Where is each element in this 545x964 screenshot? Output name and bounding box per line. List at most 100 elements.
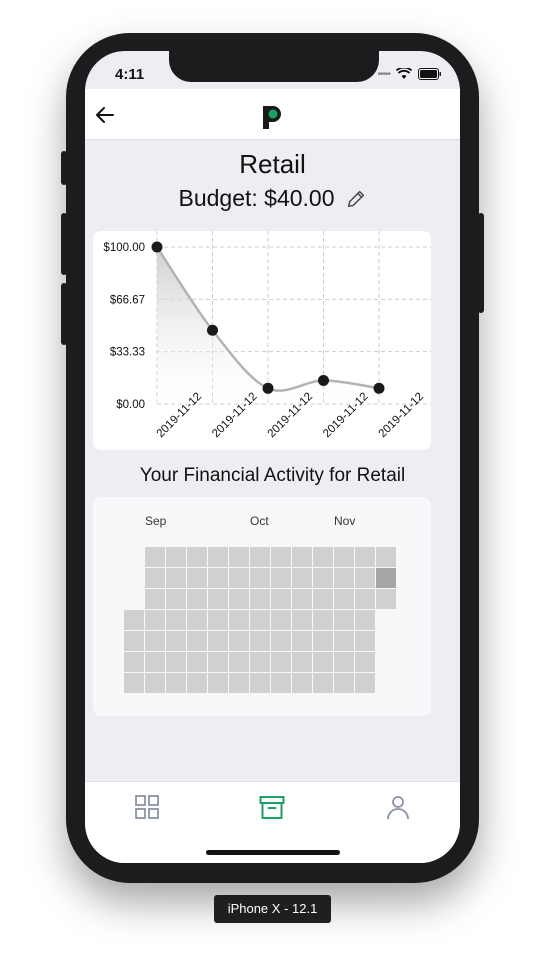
tab-archive-box-icon[interactable]	[259, 794, 285, 820]
tab-profile-user-icon[interactable]	[385, 794, 411, 820]
wifi-icon	[396, 68, 412, 79]
heatmap-day-cell[interactable]	[145, 673, 165, 693]
heatmap-day-cell[interactable]	[355, 673, 375, 693]
data-point	[262, 382, 274, 394]
pencil-icon[interactable]	[345, 188, 367, 210]
heatmap-day-cell[interactable]	[187, 652, 207, 672]
heatmap-day-cell[interactable]	[166, 568, 186, 588]
heatmap-day-cell[interactable]	[124, 652, 144, 672]
heatmap-day-cell[interactable]	[145, 589, 165, 609]
heatmap-day-cell[interactable]	[334, 547, 354, 567]
heatmap-day-cell[interactable]	[292, 568, 312, 588]
heatmap-day-cell[interactable]	[250, 610, 270, 630]
heatmap-day-cell[interactable]	[229, 673, 249, 693]
heatmap-day-cell[interactable]	[292, 589, 312, 609]
volume-down-button	[61, 283, 67, 345]
data-point	[373, 382, 385, 394]
heatmap-day-cell[interactable]	[313, 610, 333, 630]
heatmap-day-cell[interactable]	[166, 631, 186, 651]
heatmap-day-cell[interactable]	[334, 652, 354, 672]
heatmap-day-cell[interactable]	[187, 610, 207, 630]
heatmap-day-cell[interactable]	[124, 673, 144, 693]
heatmap-day-cell[interactable]	[145, 631, 165, 651]
heatmap-day-cell[interactable]	[208, 652, 228, 672]
heatmap-day-cell[interactable]	[229, 568, 249, 588]
heatmap-day-cell[interactable]	[250, 547, 270, 567]
heatmap-day-cell[interactable]	[187, 631, 207, 651]
heatmap-day-cell[interactable]	[250, 652, 270, 672]
heatmap-day-cell[interactable]	[208, 610, 228, 630]
heatmap-day-cell[interactable]	[313, 589, 333, 609]
heatmap-day-cell[interactable]	[187, 589, 207, 609]
heatmap-day-cell[interactable]	[292, 610, 312, 630]
heatmap-day-cell[interactable]	[145, 568, 165, 588]
heatmap-day-cell[interactable]	[334, 673, 354, 693]
heatmap-day-cell[interactable]	[229, 652, 249, 672]
heatmap-day-cell[interactable]	[145, 547, 165, 567]
heatmap-day-cell[interactable]	[229, 631, 249, 651]
power-button	[478, 213, 484, 313]
heatmap-day-cell[interactable]	[271, 652, 291, 672]
heatmap-day-cell[interactable]	[355, 589, 375, 609]
tab-dashboard-grid-icon[interactable]	[134, 794, 160, 820]
mute-switch	[61, 151, 67, 185]
heatmap-day-cell[interactable]	[334, 631, 354, 651]
x-tick-label: 2019-11-12	[377, 391, 426, 440]
heatmap-day-cell[interactable]	[313, 631, 333, 651]
heatmap-day-cell[interactable]	[292, 631, 312, 651]
heatmap-day-cell[interactable]	[313, 652, 333, 672]
heatmap-day-cell[interactable]	[145, 610, 165, 630]
heatmap-day-cell[interactable]	[208, 631, 228, 651]
heatmap-day-cell[interactable]	[292, 673, 312, 693]
heatmap-day-cell[interactable]	[187, 673, 207, 693]
heatmap-day-cell[interactable]	[355, 547, 375, 567]
heatmap-day-cell[interactable]	[271, 568, 291, 588]
heatmap-day-cell[interactable]	[355, 631, 375, 651]
heatmap-day-cell[interactable]	[355, 610, 375, 630]
heatmap-day-cell[interactable]	[187, 568, 207, 588]
back-arrow-icon[interactable]	[93, 103, 117, 127]
heatmap-day-cell[interactable]	[355, 652, 375, 672]
heatmap-day-cell[interactable]	[250, 568, 270, 588]
heatmap-day-cell[interactable]	[313, 568, 333, 588]
heatmap-day-cell[interactable]	[166, 652, 186, 672]
heatmap-day-cell[interactable]	[124, 631, 144, 651]
heatmap-day-cell[interactable]	[334, 610, 354, 630]
heatmap-day-cell[interactable]	[229, 610, 249, 630]
heatmap-day-cell[interactable]	[271, 547, 291, 567]
heatmap-day-cell[interactable]	[355, 568, 375, 588]
heatmap-day-cell[interactable]	[208, 568, 228, 588]
heatmap-day-cell[interactable]	[334, 589, 354, 609]
heatmap-day-cell[interactable]	[271, 589, 291, 609]
heatmap-day-cell[interactable]	[271, 631, 291, 651]
heatmap-day-cell[interactable]	[292, 652, 312, 672]
heatmap-day-cell[interactable]	[145, 652, 165, 672]
battery-icon	[418, 68, 441, 80]
heatmap-day-cell[interactable]	[250, 589, 270, 609]
heatmap-day-cell[interactable]	[229, 589, 249, 609]
heatmap-day-cell[interactable]	[313, 673, 333, 693]
heatmap-day-cell[interactable]	[271, 610, 291, 630]
heatmap-day-cell[interactable]	[166, 673, 186, 693]
status-time: 4:11	[115, 66, 145, 83]
heatmap-day-cell[interactable]	[376, 589, 396, 609]
heatmap-day-cell[interactable]	[376, 568, 396, 588]
heatmap-day-cell[interactable]	[187, 547, 207, 567]
heatmap-day-cell[interactable]	[250, 631, 270, 651]
heatmap-day-cell[interactable]	[208, 547, 228, 567]
heatmap-day-cell[interactable]	[166, 547, 186, 567]
heatmap-day-cell[interactable]	[271, 673, 291, 693]
heatmap-day-cell[interactable]	[334, 568, 354, 588]
heatmap-day-cell[interactable]	[166, 589, 186, 609]
heatmap-day-cell[interactable]	[292, 547, 312, 567]
heatmap-day-cell[interactable]	[124, 610, 144, 630]
heatmap-day-cell[interactable]	[229, 547, 249, 567]
heatmap-day-cell[interactable]	[313, 547, 333, 567]
heatmap-day-cell[interactable]	[166, 610, 186, 630]
heatmap-day-cell[interactable]	[208, 673, 228, 693]
heatmap-day-cell[interactable]	[250, 673, 270, 693]
heatmap-day-cell[interactable]	[376, 547, 396, 567]
activity-heatmap-card: Sep Oct Nov	[93, 497, 431, 716]
heatmap-day-cell[interactable]	[208, 589, 228, 609]
month-label: Oct	[250, 514, 269, 528]
